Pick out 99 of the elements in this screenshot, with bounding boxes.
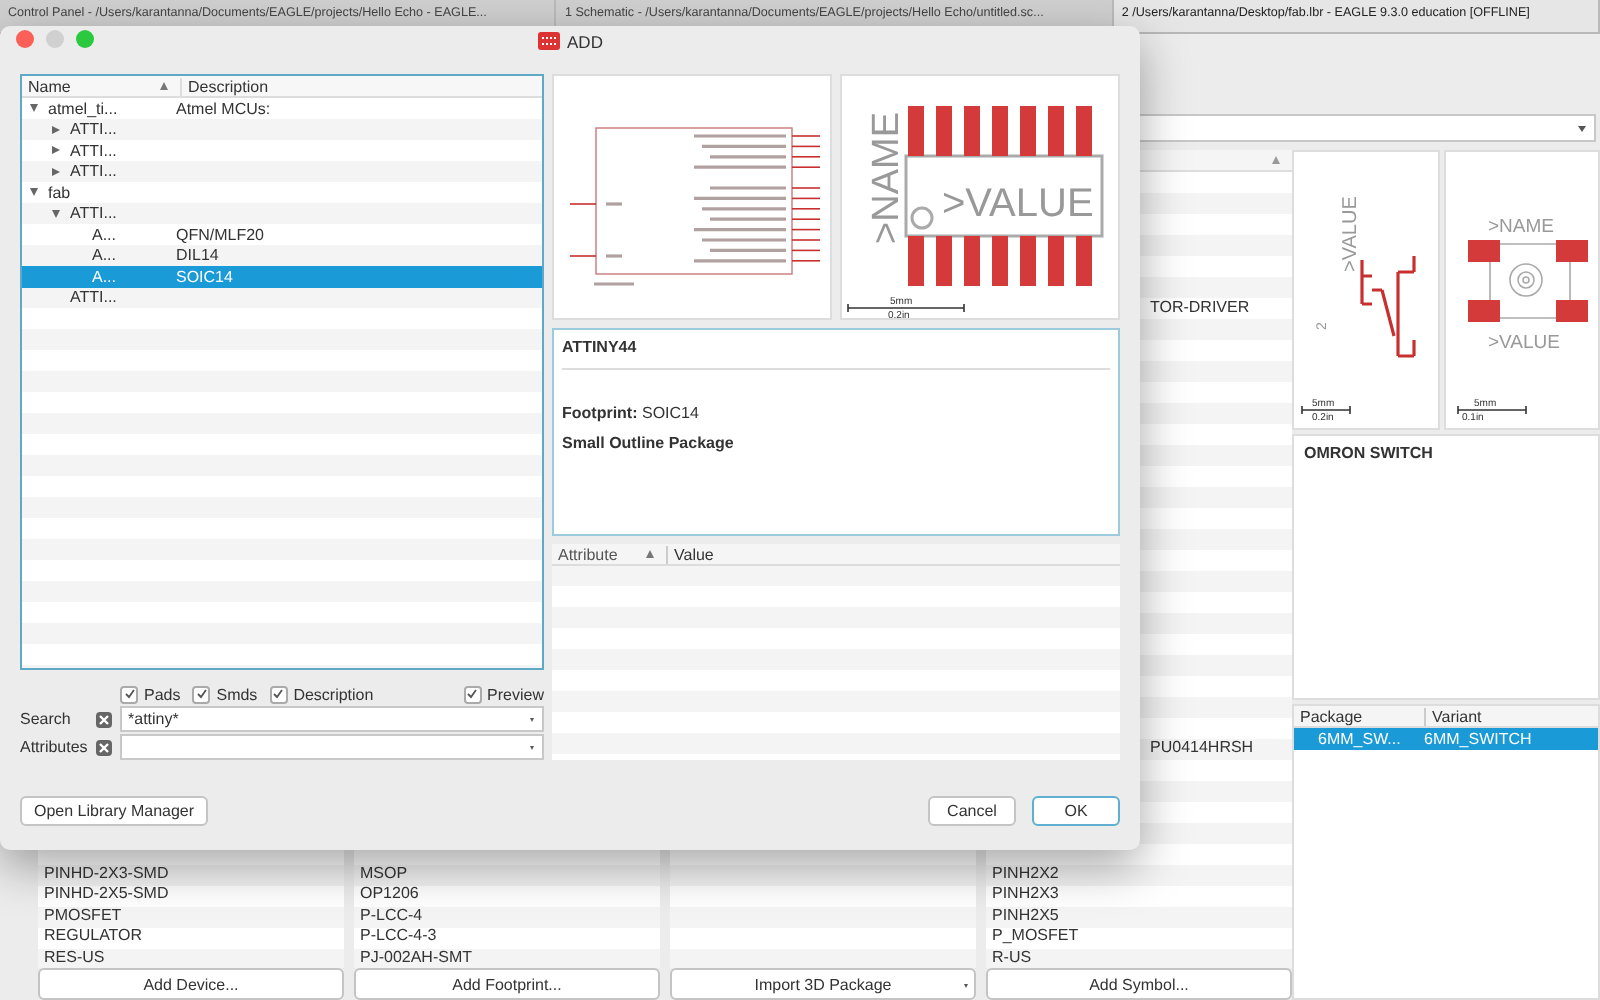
search-field[interactable]: *attiny* [120, 706, 544, 732]
list-item[interactable]: PINH2X3 [986, 884, 1292, 905]
disclosure-triangle-icon[interactable] [30, 188, 38, 197]
tree-item-name: ATTI... [70, 162, 119, 181]
list-item[interactable]: P_MOSFET [986, 926, 1292, 947]
tree-row[interactable]: ATTI... [22, 203, 542, 224]
sort-arrow-icon[interactable] [160, 82, 168, 90]
footprint-text: Footprint: SOIC14 [562, 404, 701, 422]
list-item[interactable]: PJ-002AH-SMT [354, 947, 660, 968]
add-button[interactable]: Import 3D Package [670, 968, 976, 1000]
disclosure-triangle-icon[interactable] [52, 209, 60, 218]
sort-arrow-icon[interactable] [1272, 156, 1280, 164]
disclosure-triangle-icon[interactable] [52, 167, 60, 176]
list-item[interactable]: PINH2X5 [986, 905, 1292, 926]
value-label: >VALUE [1340, 196, 1362, 272]
checkbox[interactable] [463, 685, 482, 703]
dialog-title: ADD [567, 31, 603, 51]
list-item[interactable]: PINH2X2 [986, 863, 1292, 884]
caret-icon [530, 746, 534, 750]
caret-icon [1578, 126, 1586, 132]
device-title: ATTINY44 [562, 338, 1110, 370]
switch-symbol-drawing [1360, 254, 1416, 358]
device-title: OMRON SWITCH [1304, 444, 1435, 462]
ok-button[interactable]: OK [1032, 796, 1120, 826]
column-header[interactable]: Description [180, 77, 269, 95]
table-cell-text: 6MM_SWITCH [1424, 729, 1534, 748]
disclosure-triangle-icon[interactable] [52, 146, 60, 155]
column-header[interactable]: Attribute [552, 545, 634, 563]
column-header[interactable]: Name [22, 77, 148, 95]
tree-item-description: DIL14 [176, 246, 219, 265]
list-item[interactable]: RES-US [38, 947, 344, 968]
checkbox-label: Pads [144, 685, 181, 703]
list-item[interactable]: R-US [986, 947, 1292, 968]
list-item[interactable]: PINHD-2X5-SMD [38, 884, 344, 905]
checkbox-label: Smds [216, 685, 258, 703]
list-item[interactable]: PMOSFET [38, 905, 344, 926]
value-label: >VALUE [942, 182, 1094, 226]
tree-row[interactable]: A... DIL14 [22, 245, 542, 266]
tree-item-description: Atmel MCUs: [176, 99, 271, 118]
name-label: >NAME [866, 112, 908, 244]
disclosure-triangle-icon[interactable] [52, 125, 60, 134]
scale-bar-icon [1301, 405, 1351, 415]
tree-row[interactable]: ATTI... [22, 140, 542, 161]
app-icon [537, 32, 560, 50]
package-description: Small Outline Package [562, 434, 736, 452]
add-button[interactable]: Add Symbol... [986, 968, 1292, 1000]
tree-item-name: A... [92, 246, 119, 265]
tree-item-name: fab [48, 183, 73, 202]
tree-row[interactable]: ATTI... [22, 161, 542, 182]
sort-arrow-icon[interactable] [646, 550, 654, 558]
disclosure-triangle-icon[interactable] [30, 104, 38, 113]
tree-row[interactable]: A... QFN/MLF20 [22, 224, 542, 245]
tree-item-description: QFN/MLF20 [176, 225, 265, 244]
add-button[interactable]: Add Footprint... [354, 968, 660, 1000]
tree-item-name: A... [92, 225, 119, 244]
checkbox[interactable] [120, 685, 138, 703]
list-item[interactable]: PU0414HRSH [1150, 737, 1292, 758]
tree-row[interactable]: ATTI... [22, 287, 542, 308]
list-item[interactable]: REGULATOR [38, 926, 344, 947]
tree-item-description: SOIC14 [176, 267, 233, 286]
scale-bar-icon [847, 303, 965, 313]
column-header[interactable]: Variant [1424, 707, 1598, 725]
column-header[interactable]: Value [666, 545, 714, 563]
search-label: Search [20, 710, 73, 728]
list-item[interactable]: OP1206 [354, 884, 660, 905]
add-button[interactable]: Add Device... [38, 968, 344, 1000]
name-label: >NAME [1488, 216, 1554, 238]
tree-row[interactable]: atmel_ti... Atmel MCUs: [22, 98, 542, 119]
checkbox[interactable] [192, 685, 211, 703]
switch-footprint-drawing [1468, 240, 1588, 322]
tree-item-name: atmel_ti... [48, 99, 120, 118]
list-item[interactable]: P-LCC-4-3 [354, 926, 660, 947]
checkbox-label: Preview [487, 685, 544, 703]
list-item[interactable]: PINHD-2X3-SMD [38, 863, 344, 884]
tree-item-name: ATTI... [70, 141, 119, 160]
caret-icon [530, 718, 534, 722]
clear-icon[interactable] [96, 711, 112, 727]
scale-bar-icon [1457, 405, 1527, 415]
tree-item-name: ATTI... [70, 288, 119, 307]
cancel-button[interactable]: Cancel [928, 796, 1016, 826]
table-cell-text: 6MM_SW... [1316, 729, 1403, 748]
attributes-field[interactable] [120, 734, 544, 760]
tree-row[interactable]: ATTI... [22, 119, 542, 140]
tree-row[interactable]: fab [22, 182, 542, 203]
checkbox-label: Description [293, 685, 374, 703]
list-item[interactable]: TOR-DRIVER [1150, 298, 1292, 319]
tree-item-name: ATTI... [70, 120, 119, 139]
column-header[interactable]: Package [1294, 707, 1424, 725]
attributes-label: Attributes [20, 738, 90, 756]
list-item[interactable]: P-LCC-4 [354, 905, 660, 926]
close-icon[interactable] [16, 30, 34, 48]
list-item[interactable]: MSOP [354, 863, 660, 884]
tree-item-name: ATTI... [70, 204, 119, 223]
checkbox[interactable] [269, 685, 288, 703]
caret-icon [964, 984, 968, 988]
open-library-manager-button[interactable]: Open Library Manager [20, 796, 209, 826]
clear-icon[interactable] [96, 739, 112, 755]
value-label: >VALUE [1488, 332, 1560, 354]
tree-item-name: A... [92, 267, 119, 286]
